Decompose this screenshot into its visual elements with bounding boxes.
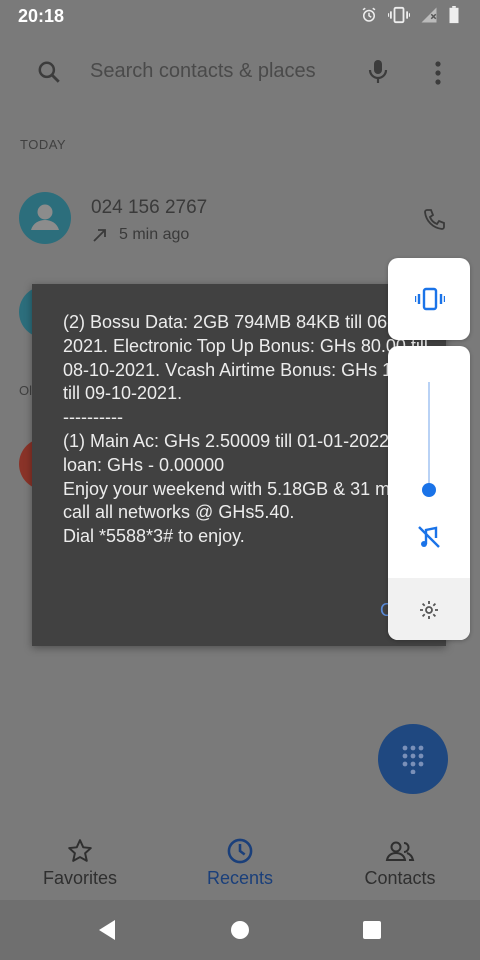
call-number: 024 156 2767 [91, 197, 208, 218]
star-icon [68, 839, 92, 862]
home-icon[interactable] [230, 920, 250, 940]
tab-favorites[interactable]: Favorites [0, 820, 160, 900]
tab-contacts[interactable]: Contacts [320, 820, 480, 900]
outgoing-call-icon [93, 229, 106, 242]
more-vert-icon[interactable] [432, 60, 444, 86]
volume-panel [388, 346, 470, 640]
alarm-icon [362, 7, 376, 22]
section-header-older: Ol [19, 383, 32, 398]
tab-label-recents: Recents [206, 868, 274, 888]
battery-icon [449, 6, 459, 24]
music-off-icon[interactable] [416, 524, 442, 550]
call-log-item[interactable]: 024 156 2767 5 min ago [0, 176, 480, 264]
status-clock: 20:18 [18, 6, 65, 26]
recents-apps-icon[interactable] [362, 920, 382, 940]
avatar [19, 192, 71, 244]
dialog-message: (2) Bossu Data: 2GB 794MB 84KB till 06-1… [63, 312, 437, 547]
tab-recents[interactable]: Recents [160, 820, 320, 900]
vibrate-icon [415, 287, 445, 311]
ringer-mode-button[interactable] [388, 258, 470, 340]
search-icon [38, 61, 60, 83]
people-icon [385, 841, 415, 861]
mic-icon[interactable] [366, 58, 390, 86]
no-signal-icon [421, 7, 437, 23]
call-time: 5 min ago [119, 226, 190, 243]
bottom-nav: Favorites Recents Contacts [0, 820, 480, 900]
status-icons [360, 6, 460, 24]
dialpad-button[interactable] [378, 724, 448, 794]
volume-slider-thumb[interactable] [422, 483, 436, 497]
phone-icon[interactable] [422, 208, 446, 232]
vibrate-icon [388, 6, 410, 24]
system-nav-bar [0, 900, 480, 960]
tab-label-favorites: Favorites [42, 868, 118, 888]
tab-label-contacts: Contacts [364, 868, 436, 888]
search-input[interactable]: Search contacts & places [90, 60, 316, 83]
volume-slider-track[interactable] [428, 382, 430, 490]
clock-icon [227, 838, 253, 864]
volume-settings-area[interactable] [388, 578, 470, 640]
back-icon[interactable] [97, 919, 117, 941]
search-bar[interactable]: Search contacts & places [20, 48, 460, 96]
person-icon [31, 204, 59, 230]
section-header-today: TODAY [20, 137, 67, 152]
ussd-dialog: (2) Bossu Data: 2GB 794MB 84KB till 06-1… [32, 284, 446, 646]
status-bar: 20:18 [0, 0, 480, 34]
dialpad-icon [402, 745, 424, 774]
settings-icon[interactable] [419, 600, 439, 620]
